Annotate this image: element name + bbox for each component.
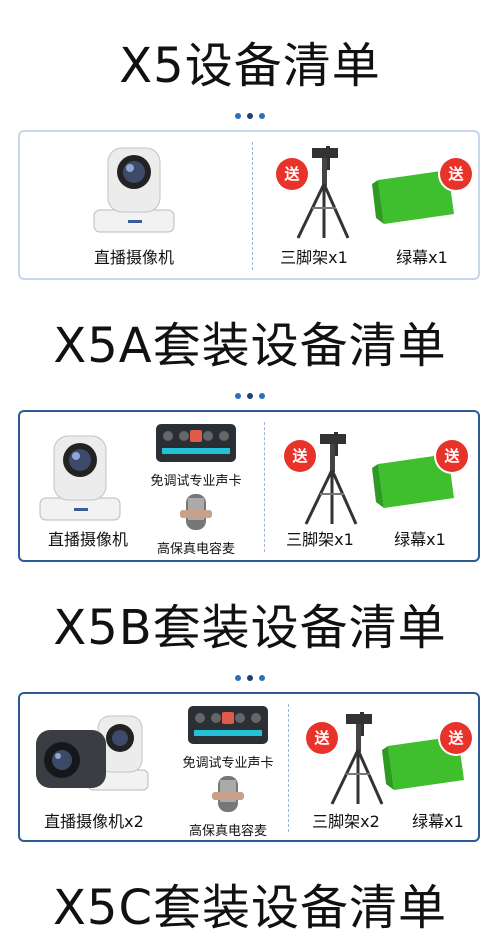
- condenser-mic-icon: [212, 776, 244, 812]
- tripod-label: 三脚架x1: [286, 530, 354, 549]
- dot-icon: [235, 113, 241, 119]
- section-title-x5b: X5B套装设备清单: [53, 600, 447, 656]
- camera-label: 直播摄像机: [93, 248, 174, 267]
- ptz-camera-icon: [39, 435, 121, 521]
- dot-icon: [259, 393, 265, 399]
- camera-label: 直播摄像机x2: [44, 812, 144, 831]
- title-dots: [0, 666, 500, 681]
- gift-badge: 送: [440, 722, 472, 754]
- green-screen-label: 绿幕x1: [394, 530, 446, 549]
- section-title-x5a: X5A套装设备清单: [53, 318, 447, 374]
- dot-icon: [247, 675, 253, 681]
- tripod-label: 三脚架x1: [280, 248, 348, 267]
- sound-card-icon: [188, 706, 268, 744]
- green-screen-label: 绿幕x1: [412, 812, 464, 831]
- section-title-x5: X5设备清单: [119, 38, 381, 94]
- section-title-x5c: X5C套装设备清单: [53, 880, 447, 936]
- sound-card-label: 免调试专业声卡: [182, 756, 274, 771]
- equipment-card-x5a: 直播摄像机 免调试专业声卡 高保真电容麦 送 三脚架x1 送 绿幕x1: [18, 410, 480, 562]
- camera-label: 直播摄像机: [47, 530, 128, 549]
- title-dots: [0, 384, 500, 399]
- mic-label: 高保真电容麦: [156, 542, 235, 557]
- gift-badge: 送: [440, 158, 472, 190]
- dot-icon: [235, 675, 241, 681]
- card-divider: [288, 704, 289, 832]
- condenser-mic-icon: [180, 494, 212, 530]
- gift-badge: 送: [436, 440, 468, 472]
- mic-label: 高保真电容麦: [188, 824, 267, 839]
- green-screen-label: 绿幕x1: [396, 248, 448, 267]
- tripod-label: 三脚架x2: [312, 812, 380, 831]
- dual-camera-icon: [36, 715, 149, 791]
- dot-icon: [247, 113, 253, 119]
- equipment-card-x5b: 直播摄像机x2 免调试专业声卡 高保真电容麦 送 三脚架x2 送 绿幕x1: [18, 692, 480, 842]
- gift-badge: 送: [276, 158, 308, 190]
- gift-badge: 送: [284, 440, 316, 472]
- ptz-camera-icon: [93, 147, 175, 233]
- dot-icon: [235, 393, 241, 399]
- sound-card-label: 免调试专业声卡: [150, 474, 242, 489]
- dot-icon: [259, 113, 265, 119]
- equipment-card-x5: 直播摄像机 送 三脚架x1 送 绿幕x1: [18, 130, 480, 280]
- card-divider: [264, 422, 265, 552]
- card-divider: [252, 142, 253, 270]
- gift-badge: 送: [306, 722, 338, 754]
- title-dots: [0, 104, 500, 119]
- dot-icon: [247, 393, 253, 399]
- sound-card-icon: [156, 424, 236, 462]
- dot-icon: [259, 675, 265, 681]
